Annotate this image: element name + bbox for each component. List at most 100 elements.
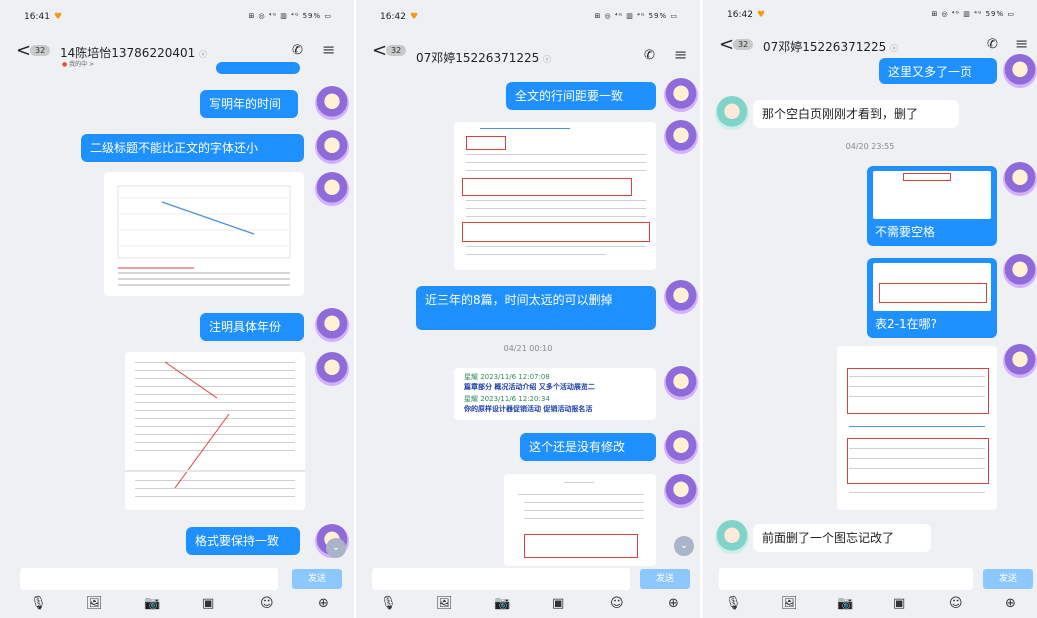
user-avatar[interactable] — [1003, 54, 1037, 88]
user-avatar[interactable] — [1003, 344, 1037, 378]
user-avatar[interactable] — [664, 430, 698, 464]
message-bubble[interactable]: 写明年的时间 — [200, 90, 298, 118]
chat-panel-2: 16:42 ♥ ⊞ ◎ ⁴ᴳ ▥ ⁴ᴳ 59% ▭ < 32 07邓婷152263… — [356, 0, 700, 618]
user-avatar[interactable] — [315, 86, 349, 120]
image-caption: 不需要空格 — [875, 224, 936, 239]
timestamp: 04/20 23:55 — [845, 142, 895, 151]
phone-icon[interactable]: ✆ — [292, 43, 303, 58]
voice-icon[interactable]: 🎙 — [380, 596, 397, 611]
plus-icon[interactable]: ⊕ — [1005, 596, 1016, 611]
image-message-card[interactable]: 星耀 2023/11/6 12:07:08 篇章部分 概况活动介绍 又多个活动展… — [454, 368, 656, 420]
image-message-document[interactable] — [454, 122, 656, 270]
user-avatar[interactable] — [664, 78, 698, 112]
back-icon[interactable]: < — [372, 40, 387, 61]
unread-badge: 32 — [386, 45, 407, 56]
user-avatar[interactable] — [1003, 162, 1037, 196]
user-avatar[interactable] — [1003, 254, 1037, 288]
message-input[interactable] — [372, 568, 630, 590]
emoji-icon[interactable]: ☺ — [610, 596, 624, 611]
send-button[interactable]: 发送 — [640, 569, 690, 589]
status-bar: 16:41 ♥ ⊞ ◎ ⁴ᴳ ▥ ⁴ᴳ 59% ▭ — [0, 0, 354, 30]
phone-icon[interactable]: ✆ — [987, 37, 998, 52]
image-message-chart[interactable] — [104, 172, 304, 296]
user-avatar[interactable] — [664, 280, 698, 314]
image-message-document[interactable] — [837, 346, 997, 510]
user-avatar[interactable] — [315, 130, 349, 164]
emoji-icon[interactable]: ☺ — [949, 596, 963, 611]
file-icon[interactable]: ▣ — [202, 596, 214, 611]
highlight-box — [903, 173, 951, 181]
chat-panel-3: 16:42 ♥ ⊞ ◎ ⁴ᴳ ▥ ⁴ᴳ 59% ▭ < 32 07邓婷152263… — [703, 0, 1037, 618]
message-bubble[interactable]: 近三年的8篇，时间太远的可以删掉 — [416, 286, 656, 330]
friend-avatar[interactable] — [715, 96, 749, 130]
image-icon[interactable]: 🖼 — [436, 596, 453, 611]
camera-icon[interactable]: 📷 — [837, 596, 853, 611]
status-bar: 16:42 ♥ ⊞ ◎ ⁴ᴳ ▥ ⁴ᴳ 59% ▭ — [356, 0, 700, 30]
voice-icon[interactable]: 🎙 — [30, 596, 47, 611]
emoji-icon[interactable]: ☺ — [260, 596, 274, 611]
chat-header: < 32 14陈培怡13786220401 ⓥ ● 我的中 > ✆ ≡ — [0, 36, 354, 68]
system-status-icons: ⊞ ◎ ⁴ᴳ ▥ ⁴ᴳ 59% ▭ — [931, 10, 1015, 18]
message-input[interactable] — [719, 568, 973, 590]
message-bubble[interactable]: 这里又多了一页 — [879, 58, 997, 84]
image-caption: 表2-1在哪? — [875, 316, 937, 331]
document-thumbnail — [873, 263, 991, 311]
chat-subtitle: ● 我的中 > — [62, 59, 94, 68]
plus-icon[interactable]: ⊕ — [668, 596, 679, 611]
user-avatar[interactable] — [664, 366, 698, 400]
highlight-box — [466, 136, 506, 150]
highlight-box — [847, 368, 989, 414]
location-icon: ● — [62, 61, 68, 68]
message-input[interactable] — [20, 568, 278, 590]
chat-header: < 32 07邓婷15226371225 ⓥ ✆ ≡ — [356, 36, 700, 68]
image-icon[interactable]: 🖼 — [781, 596, 798, 611]
system-status-icons: ⊞ ◎ ⁴ᴳ ▥ ⁴ᴳ 59% ▭ — [248, 12, 332, 20]
chart-thumbnail — [117, 185, 291, 286]
plus-icon[interactable]: ⊕ — [318, 596, 329, 611]
system-status-icons: ⊞ ◎ ⁴ᴳ ▥ ⁴ᴳ 59% ▭ — [594, 12, 678, 20]
image-message-document[interactable] — [504, 474, 656, 566]
chat-title-text: 07邓婷15226371225 — [763, 40, 887, 54]
highlight-box — [462, 178, 632, 196]
image-message-document[interactable]: 表2-1在哪? — [867, 258, 997, 338]
menu-icon[interactable]: ≡ — [674, 45, 687, 64]
camera-icon[interactable]: 📷 — [144, 596, 160, 611]
status-time: 16:42 — [380, 12, 406, 22]
file-icon[interactable]: ▣ — [552, 596, 564, 611]
image-message-document[interactable]: 不需要空格 — [867, 166, 997, 246]
back-icon[interactable]: < — [719, 34, 734, 55]
friend-avatar[interactable] — [715, 520, 749, 554]
verified-icon: ⓥ — [890, 44, 899, 53]
user-avatar[interactable] — [664, 120, 698, 154]
message-bubble[interactable]: 那个空白页刚刚才看到，删了 — [753, 100, 959, 128]
voice-icon[interactable]: 🎙 — [725, 596, 742, 611]
back-icon[interactable]: < — [16, 40, 31, 61]
menu-icon[interactable]: ≡ — [322, 40, 335, 59]
chat-title-text: 14陈培怡13786220401 — [60, 46, 196, 60]
user-avatar[interactable] — [664, 474, 698, 508]
message-bubble[interactable]: 前面删了一个图忘记改了 — [753, 524, 931, 552]
image-icon[interactable]: 🖼 — [86, 596, 103, 611]
annotation-arrows — [125, 361, 305, 489]
message-bubble[interactable]: 二级标题不能比正文的字体还小 — [81, 134, 304, 162]
menu-icon[interactable]: ≡ — [1015, 34, 1028, 53]
message-bubble[interactable]: 全文的行间距要一致 — [506, 82, 656, 110]
send-button[interactable]: 发送 — [292, 569, 342, 589]
phone-icon[interactable]: ✆ — [644, 48, 655, 63]
send-button[interactable]: 发送 — [983, 569, 1033, 589]
message-bubble[interactable]: 这个还是没有修改 — [520, 433, 656, 461]
unread-badge: 32 — [30, 45, 51, 56]
file-icon[interactable]: ▣ — [893, 596, 905, 611]
image-message-document[interactable] — [125, 352, 305, 510]
message-bubble-partial[interactable] — [216, 62, 300, 74]
camera-icon[interactable]: 📷 — [494, 596, 510, 611]
user-avatar[interactable] — [315, 172, 349, 206]
chat-subtitle-text: 我的中 > — [69, 61, 95, 68]
message-bubble[interactable]: 注明具体年份 — [200, 313, 304, 341]
status-time: 16:41 — [24, 12, 50, 22]
scroll-down-icon[interactable]: ⌄ — [674, 536, 694, 556]
scroll-down-icon[interactable]: ⌄ — [326, 538, 346, 558]
user-avatar[interactable] — [315, 308, 349, 342]
user-avatar[interactable] — [315, 352, 349, 386]
message-bubble[interactable]: 格式要保持一致 — [186, 527, 300, 555]
